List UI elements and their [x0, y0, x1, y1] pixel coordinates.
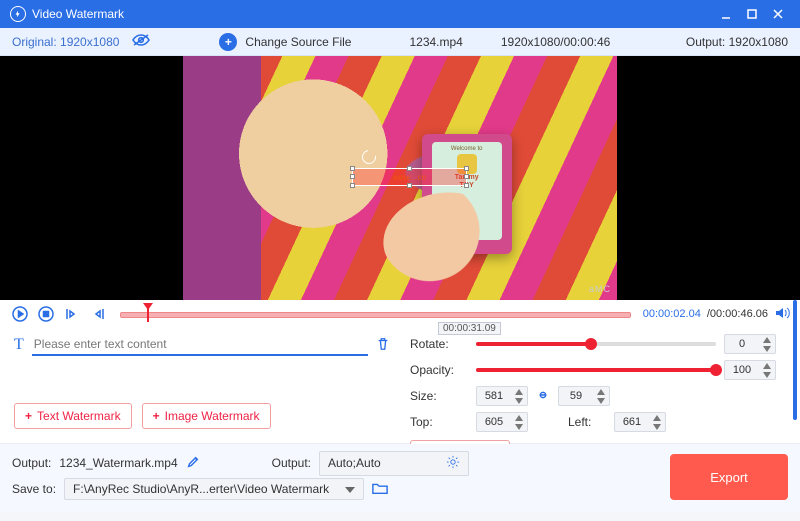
opacity-value[interactable] — [725, 364, 759, 376]
resize-handle-mr[interactable] — [464, 174, 469, 179]
size-width-value[interactable] — [477, 390, 511, 402]
output-settings-icon[interactable] — [446, 455, 460, 472]
output-filename: 1234_Watermark.mp4 — [59, 456, 177, 470]
settings-panel: T +Text Watermark +Image Watermark Rotat… — [0, 328, 800, 444]
preview-frame[interactable]: Welcome to TammyTOY aMC ease...co — [183, 56, 617, 300]
minimize-button[interactable] — [714, 2, 738, 26]
stop-button[interactable] — [36, 304, 56, 324]
resize-handle-br[interactable] — [464, 183, 469, 188]
watermark-params-pane: Rotate: Opacity: Size: Top: Left: Reset — [400, 328, 800, 443]
timeline-track[interactable] — [120, 312, 631, 318]
opacity-spinner[interactable] — [724, 360, 776, 380]
output-file-label: Output: — [12, 456, 51, 470]
size-width-spinner[interactable] — [476, 386, 528, 406]
left-label: Left: — [568, 415, 606, 429]
change-source-icon[interactable]: + — [219, 33, 237, 51]
opacity-label: Opacity: — [410, 363, 468, 377]
rotation-handle-icon[interactable] — [360, 147, 379, 166]
watermark-list-pane: T +Text Watermark +Image Watermark — [0, 328, 400, 443]
text-watermark-row: T — [14, 334, 390, 356]
resize-handle-tr[interactable] — [464, 166, 469, 171]
change-source-label[interactable]: Change Source File — [245, 35, 351, 49]
playback-controls: 00:00:31.09 00:00:02.04/00:00:46.06 — [0, 300, 800, 328]
left-spinner[interactable] — [614, 412, 666, 432]
output-res-label: Output: 1920x1080 — [686, 35, 788, 49]
delete-watermark-button[interactable] — [376, 337, 390, 354]
play-button[interactable] — [10, 304, 30, 324]
rotate-value[interactable] — [725, 338, 759, 350]
save-path-dropdown[interactable]: F:\AnyRec Studio\AnyR...erter\Video Wate… — [64, 478, 364, 500]
footer: Output: 1234_Watermark.mp4 Output: Auto;… — [0, 444, 800, 512]
mark-in-button[interactable] — [62, 304, 82, 324]
save-path-value: F:\AnyRec Studio\AnyR...erter\Video Wate… — [73, 482, 329, 496]
output-format-value: Auto;Auto — [328, 456, 381, 470]
watermark-text: ease...co — [394, 173, 426, 182]
maximize-button[interactable] — [740, 2, 764, 26]
timeline-slider[interactable]: 00:00:31.09 — [120, 304, 631, 324]
watermark-text-input[interactable] — [32, 334, 368, 356]
top-value[interactable] — [477, 416, 511, 428]
volume-icon[interactable] — [774, 305, 790, 324]
size-height-value[interactable] — [559, 390, 593, 402]
save-to-label: Save to: — [12, 482, 56, 496]
app-title: Video Watermark — [32, 7, 712, 21]
time-total: /00:00:46.06 — [707, 308, 768, 320]
rotate-slider[interactable] — [476, 342, 716, 346]
export-button[interactable]: Export — [670, 454, 788, 500]
time-current: 00:00:02.04 — [643, 308, 701, 320]
rename-output-button[interactable] — [186, 455, 200, 472]
resize-handle-ml[interactable] — [350, 174, 355, 179]
top-label: Top: — [410, 415, 468, 429]
aspect-lock-icon[interactable] — [536, 388, 550, 405]
add-image-watermark-button[interactable]: +Image Watermark — [142, 403, 271, 429]
top-spinner[interactable] — [476, 412, 528, 432]
watermark-selection-box[interactable]: ease...co — [352, 168, 467, 186]
opacity-slider[interactable] — [476, 368, 716, 372]
source-filename: 1234.mp4 — [409, 35, 462, 49]
app-logo-icon — [10, 6, 26, 22]
dropdown-caret-icon[interactable] — [345, 482, 355, 496]
video-preview[interactable]: Welcome to TammyTOY aMC ease...co — [0, 56, 800, 300]
timeline-tooltip: 00:00:31.09 — [438, 322, 501, 335]
opacity-down[interactable] — [759, 370, 775, 379]
rotate-spinner[interactable] — [724, 334, 776, 354]
resize-handle-tl[interactable] — [350, 166, 355, 171]
scrollbar[interactable] — [793, 300, 797, 420]
add-watermark-bar: +Text Watermark +Image Watermark — [14, 403, 390, 437]
rotate-label: Rotate: — [410, 337, 468, 351]
rotate-down[interactable] — [759, 344, 775, 353]
title-bar: Video Watermark — [0, 0, 800, 28]
channel-badge: aMC — [589, 284, 611, 294]
rotate-up[interactable] — [759, 335, 775, 344]
size-label: Size: — [410, 389, 468, 403]
source-res-duration: 1920x1080/00:00:46 — [501, 35, 610, 49]
output-format-select[interactable]: Auto;Auto — [319, 451, 469, 476]
output-format-label: Output: — [272, 456, 311, 470]
close-button[interactable] — [766, 2, 790, 26]
text-icon: T — [14, 336, 24, 354]
preview-toggle-icon[interactable] — [131, 33, 151, 50]
resize-handle-tm[interactable] — [407, 166, 412, 171]
mark-out-button[interactable] — [88, 304, 108, 324]
size-height-spinner[interactable] — [558, 386, 610, 406]
open-folder-button[interactable] — [372, 481, 388, 498]
add-text-watermark-button[interactable]: +Text Watermark — [14, 403, 132, 429]
resize-handle-bm[interactable] — [407, 183, 412, 188]
preview-card-welcome: Welcome to — [451, 146, 483, 152]
opacity-up[interactable] — [759, 361, 775, 370]
info-toolbar: Original: 1920x1080 + Change Source File… — [0, 28, 800, 56]
original-label: Original: 1920x1080 — [12, 35, 119, 49]
resize-handle-bl[interactable] — [350, 183, 355, 188]
left-value[interactable] — [615, 416, 649, 428]
